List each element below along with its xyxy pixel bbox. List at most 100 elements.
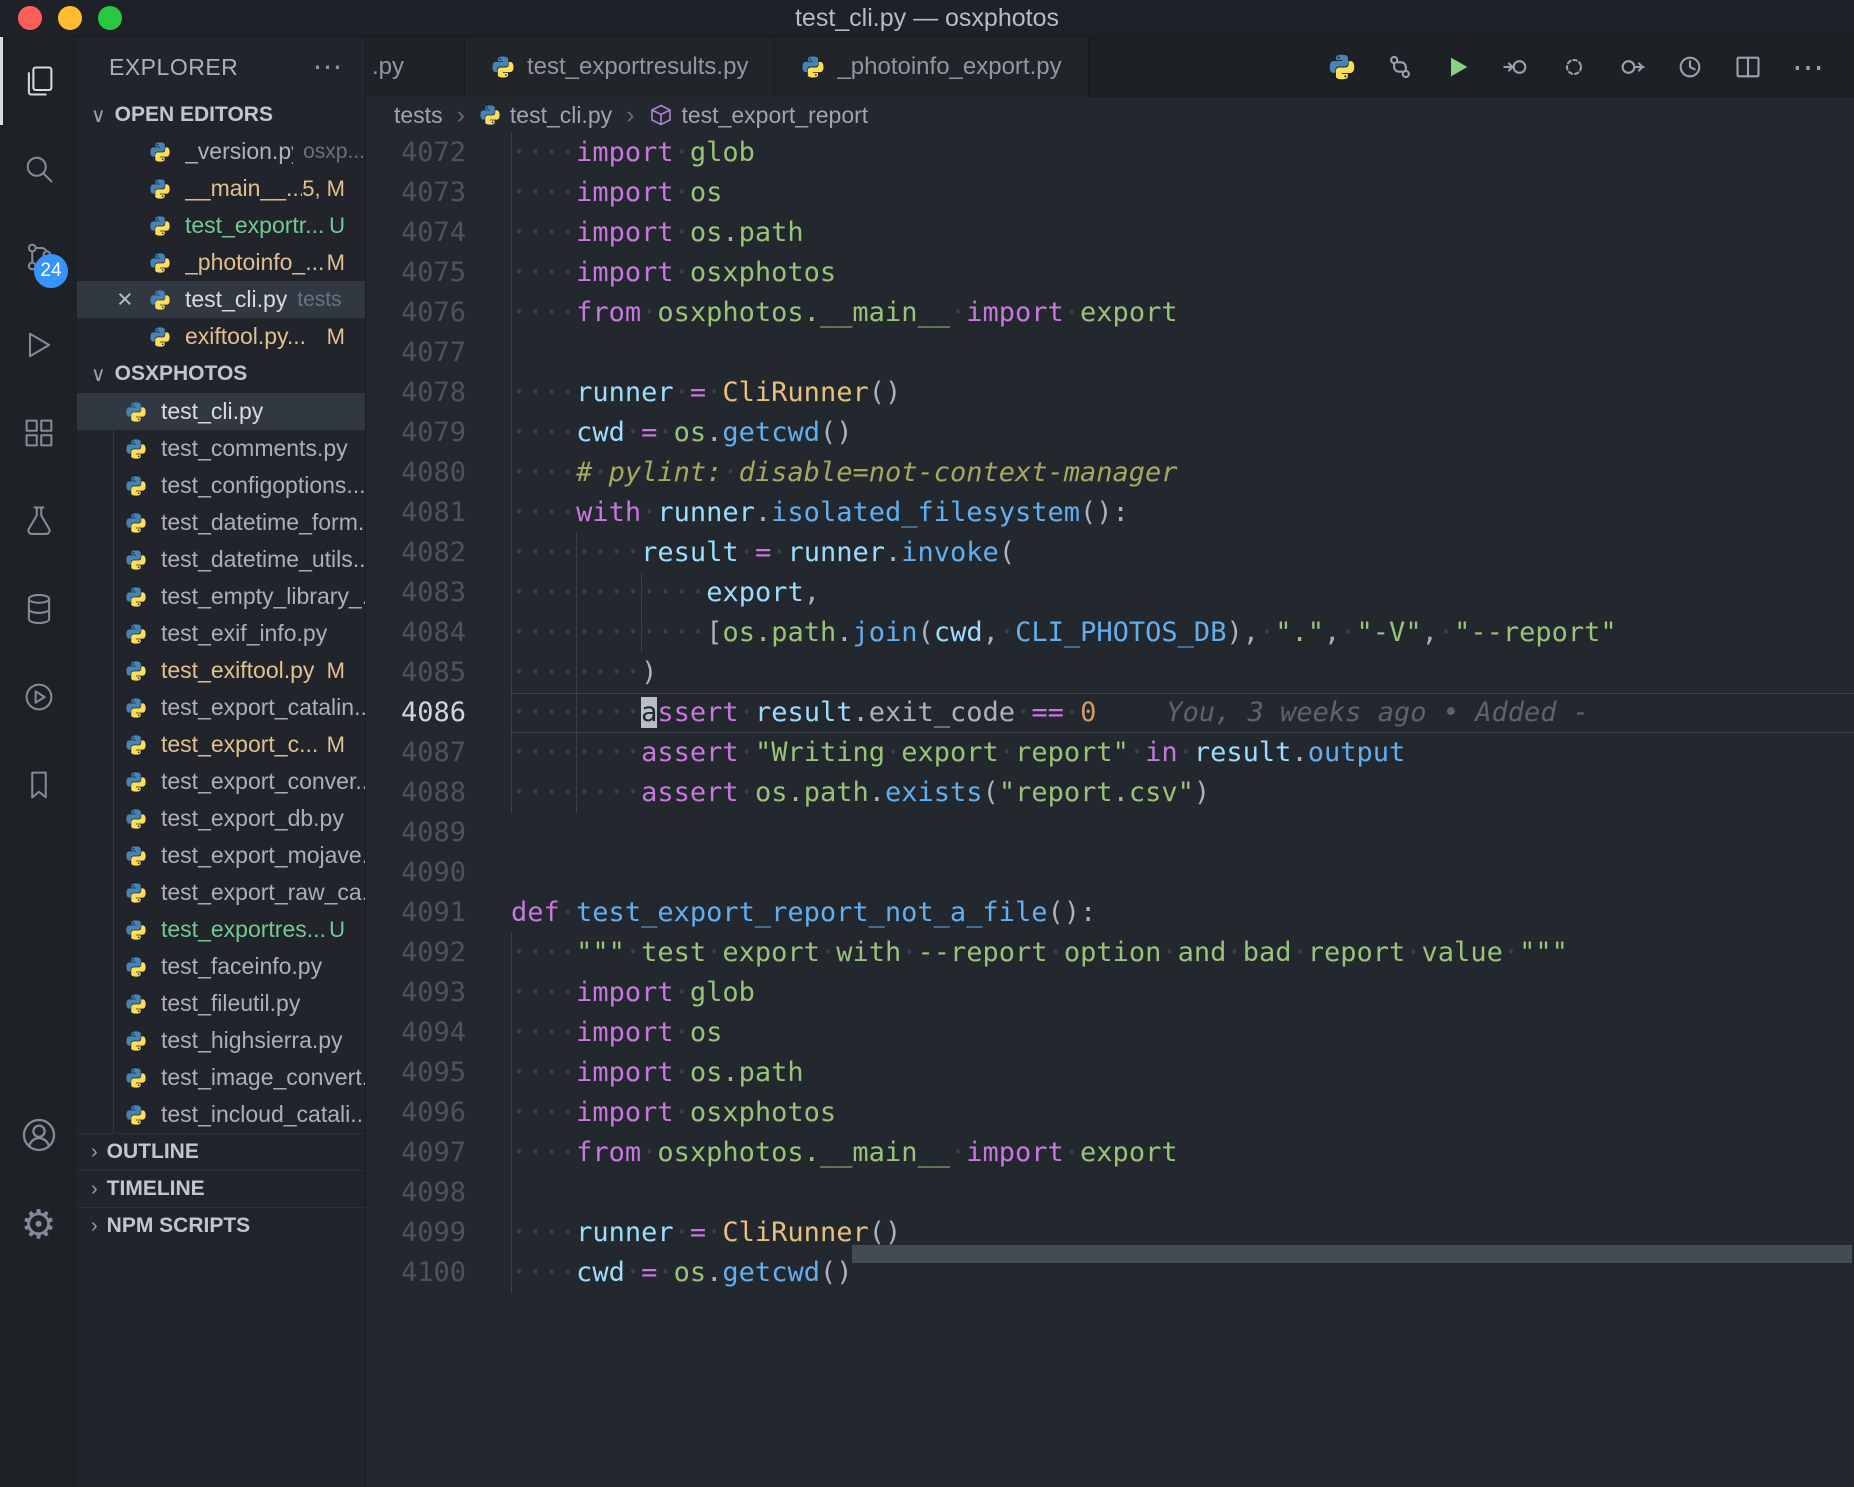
breadcrumb-item[interactable]: test_cli.py (479, 102, 612, 129)
editor-tab[interactable]: test_exportresults.py (465, 37, 775, 97)
line-number[interactable]: 4098 (366, 1173, 466, 1213)
line-number[interactable]: 4094 (366, 1013, 466, 1053)
live-share-icon[interactable] (0, 653, 77, 741)
testing-icon[interactable] (0, 477, 77, 565)
debug-step-out-icon[interactable] (1618, 53, 1646, 81)
account-icon[interactable] (0, 1090, 77, 1180)
file-tree-item[interactable]: test_exportres...U (77, 911, 365, 948)
line-number[interactable]: 4082 (366, 533, 466, 573)
code-line-4096[interactable]: 4096····import·osxphotos (366, 1093, 1854, 1133)
code-line-4079[interactable]: 4079····cwd·=·os.getcwd() (366, 413, 1854, 453)
line-number[interactable]: 4080 (366, 453, 466, 493)
code-line-4092[interactable]: 4092····"""·test·export·with·--report·op… (366, 933, 1854, 973)
section-header-npm-scripts[interactable]: ›NPM SCRIPTS (77, 1207, 365, 1244)
line-number[interactable]: 4081 (366, 493, 466, 533)
code-line-4074[interactable]: 4074····import·os.path (366, 213, 1854, 253)
zoom-window-button[interactable] (98, 6, 122, 30)
code-line-4095[interactable]: 4095····import·os.path (366, 1053, 1854, 1093)
breadcrumb-item[interactable]: tests (394, 102, 443, 129)
file-tree-item[interactable]: test_image_convert... (77, 1059, 365, 1096)
file-tree-item[interactable]: test_export_db.py (77, 800, 365, 837)
line-number[interactable]: 4087 (366, 733, 466, 773)
database-icon[interactable] (0, 565, 77, 653)
line-number[interactable]: 4092 (366, 933, 466, 973)
file-tree-item[interactable]: test_export_catalin... (77, 689, 365, 726)
open-editor-item[interactable]: test_exportr...U (77, 207, 365, 244)
line-number[interactable]: 4086 (366, 693, 466, 733)
line-number[interactable]: 4085 (366, 653, 466, 693)
line-number[interactable]: 4073 (366, 173, 466, 213)
file-tree-item[interactable]: test_incloud_catali... (77, 1096, 365, 1133)
code-line-4085[interactable]: 4085········) (366, 653, 1854, 693)
close-icon[interactable]: × (117, 286, 149, 313)
editor-tab[interactable]: _photoinfo_export.py (775, 37, 1088, 97)
file-tree-item[interactable]: test_export_conver... (77, 763, 365, 800)
explorer-icon[interactable] (0, 37, 77, 125)
code-line-4094[interactable]: 4094····import·os (366, 1013, 1854, 1053)
section-header-timeline[interactable]: ›TIMELINE (77, 1170, 365, 1207)
line-number[interactable]: 4072 (366, 133, 466, 173)
code-line-4097[interactable]: 4097····from·osxphotos.__main__·import·e… (366, 1133, 1854, 1173)
settings-icon[interactable]: ⚙ (0, 1180, 77, 1270)
file-tree-item[interactable]: test_configoptions.... (77, 467, 365, 504)
file-tree-item[interactable]: test_exiftool.pyM (77, 652, 365, 689)
close-window-button[interactable] (18, 6, 42, 30)
minimize-window-button[interactable] (58, 6, 82, 30)
open-editor-item[interactable]: ×test_cli.pytests (77, 281, 365, 318)
line-number[interactable]: 4099 (366, 1213, 466, 1253)
line-number[interactable]: 4089 (366, 813, 466, 853)
python-logo-icon[interactable] (1328, 53, 1356, 81)
file-tree-item[interactable]: test_highsierra.py (77, 1022, 365, 1059)
file-tree-item[interactable]: test_datetime_utils.... (77, 541, 365, 578)
line-number[interactable]: 4076 (366, 293, 466, 333)
line-number[interactable]: 4100 (366, 1253, 466, 1293)
code-line-4076[interactable]: 4076····from·osxphotos.__main__·import·e… (366, 293, 1854, 333)
line-number[interactable]: 4078 (366, 373, 466, 413)
file-tree-item[interactable]: test_cli.py (77, 393, 365, 430)
run-debug-icon[interactable] (0, 301, 77, 389)
search-icon[interactable] (0, 125, 77, 213)
line-number[interactable]: 4097 (366, 1133, 466, 1173)
open-editors-header[interactable]: ∨ OPEN EDITORS (77, 97, 365, 133)
line-number[interactable]: 4077 (366, 333, 466, 373)
code-line-4073[interactable]: 4073····import·os (366, 173, 1854, 213)
more-actions-icon[interactable]: ⋯ (1792, 51, 1824, 83)
source-control-icon[interactable]: 24 (0, 213, 77, 301)
code-line-4082[interactable]: 4082········result·=·runner.invoke( (366, 533, 1854, 573)
file-tree-item[interactable]: test_comments.py (77, 430, 365, 467)
code-line-4089[interactable]: 4089 (366, 813, 1854, 853)
line-number[interactable]: 4088 (366, 773, 466, 813)
code-line-4080[interactable]: 4080····#·pylint:·disable=not-context-ma… (366, 453, 1854, 493)
file-tree-item[interactable]: test_empty_library_... (77, 578, 365, 615)
run-python-file-icon[interactable] (1444, 53, 1472, 81)
line-number[interactable]: 4090 (366, 853, 466, 893)
code-line-4072[interactable]: 4072····import·glob (366, 133, 1854, 173)
line-number[interactable]: 4084 (366, 613, 466, 653)
file-tree-item[interactable]: test_fileutil.py (77, 985, 365, 1022)
profile-icon[interactable] (1676, 53, 1704, 81)
explorer-more-actions-icon[interactable]: ⋯ (313, 50, 344, 85)
line-number[interactable]: 4075 (366, 253, 466, 293)
compare-changes-icon[interactable] (1386, 53, 1414, 81)
file-tree-item[interactable]: test_export_raw_ca... (77, 874, 365, 911)
code-line-4091[interactable]: 4091def·test_export_report_not_a_file(): (366, 893, 1854, 933)
section-header-outline[interactable]: ›OUTLINE (77, 1133, 365, 1170)
code-line-4088[interactable]: 4088········assert·os.path.exists("repor… (366, 773, 1854, 813)
file-tree-item[interactable]: test_faceinfo.py (77, 948, 365, 985)
open-editor-item[interactable]: _version.pyosxp... (77, 133, 365, 170)
extensions-icon[interactable] (0, 389, 77, 477)
line-number[interactable]: 4074 (366, 213, 466, 253)
line-number[interactable]: 4096 (366, 1093, 466, 1133)
code-line-4086[interactable]: 4086········assert·result.exit_code·==·0… (366, 693, 1854, 733)
debug-step-into-icon[interactable] (1502, 53, 1530, 81)
code-line-4090[interactable]: 4090 (366, 853, 1854, 893)
line-number[interactable]: 4083 (366, 573, 466, 613)
line-number[interactable]: 4095 (366, 1053, 466, 1093)
code-line-4078[interactable]: 4078····runner·=·CliRunner() (366, 373, 1854, 413)
file-tree-item[interactable]: test_export_c...M (77, 726, 365, 763)
line-number[interactable]: 4091 (366, 893, 466, 933)
code-line-4093[interactable]: 4093····import·glob (366, 973, 1854, 1013)
open-editor-item[interactable]: __main__...5, M (77, 170, 365, 207)
split-editor-icon[interactable] (1734, 53, 1762, 81)
file-tree-item[interactable]: test_export_mojave... (77, 837, 365, 874)
